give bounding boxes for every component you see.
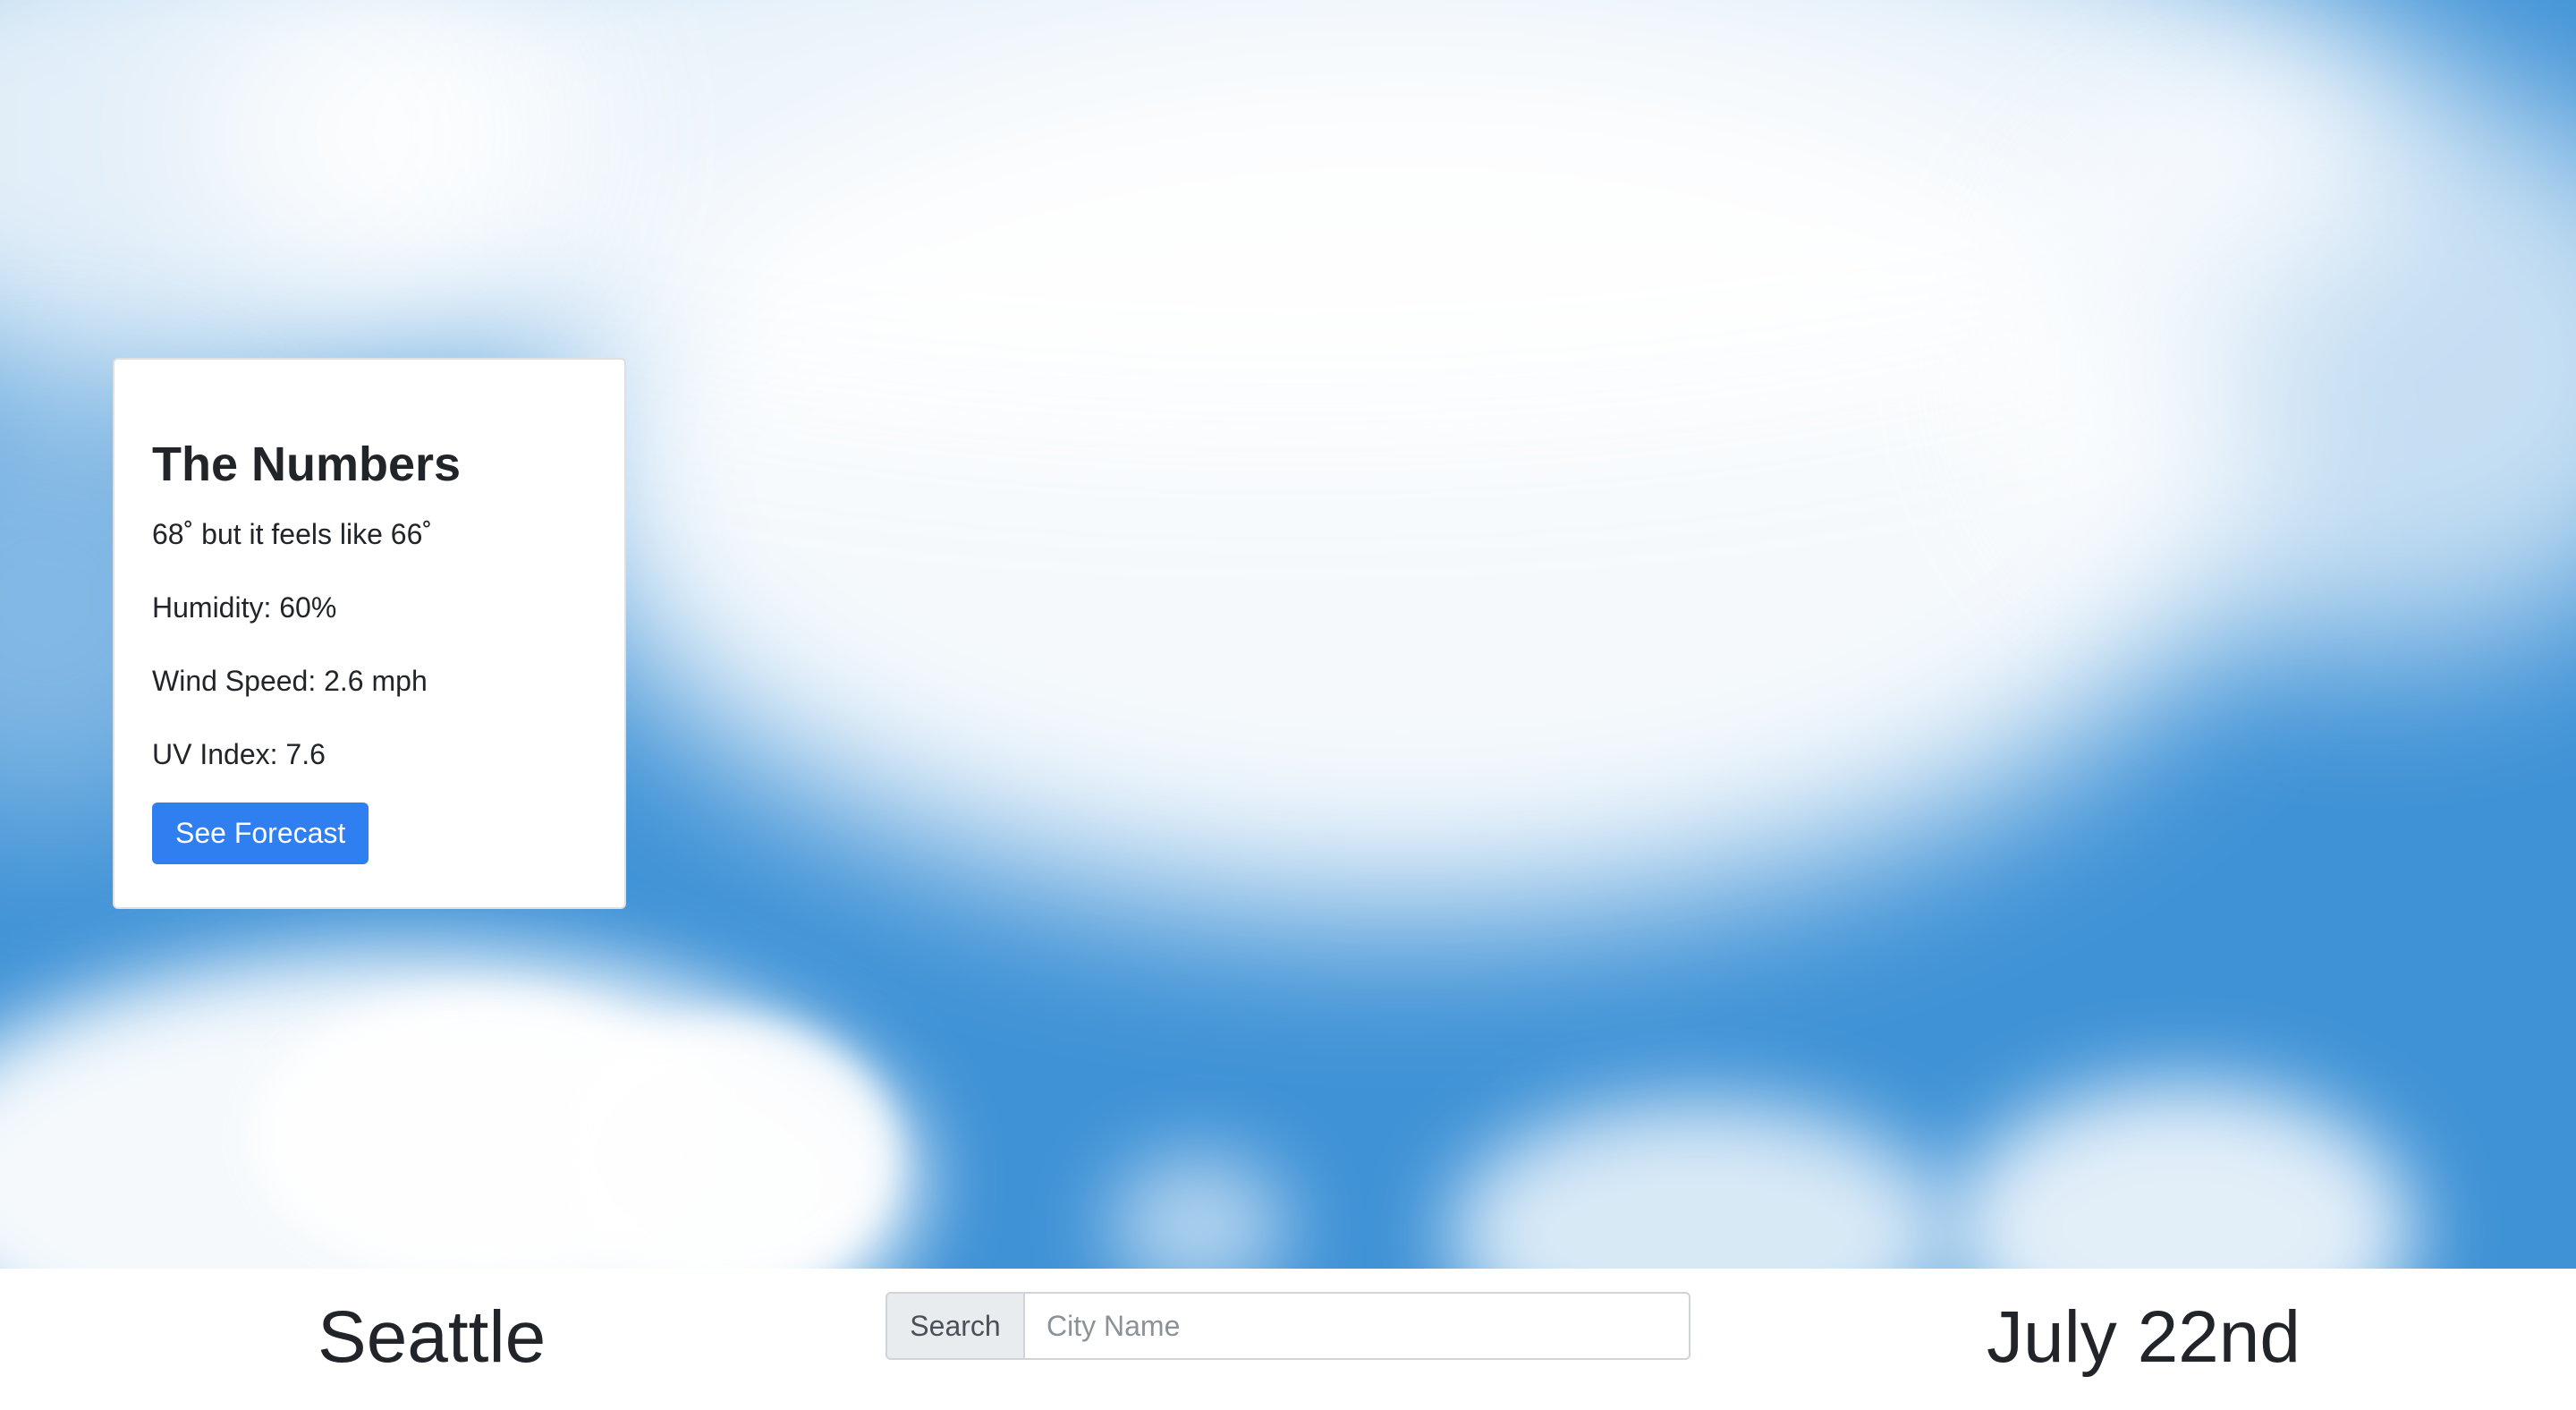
uv-index-text: UV Index: 7.6: [152, 738, 326, 771]
humidity-text: Humidity: 60%: [152, 591, 337, 624]
wind-speed-text: Wind Speed: 2.6 mph: [152, 665, 428, 698]
card-title: The Numbers: [152, 437, 462, 491]
city-name: Seattle: [318, 1296, 547, 1378]
bottom-bar: Seattle Search July 22nd: [0, 1269, 2576, 1410]
current-date: July 22nd: [1986, 1296, 2301, 1378]
weather-numbers-card: The Numbers 68˚ but it feels like 66˚ Hu…: [113, 358, 626, 909]
search-label: Search: [886, 1292, 1023, 1360]
search-group: Search: [886, 1292, 1690, 1360]
see-forecast-button[interactable]: See Forecast: [152, 803, 369, 865]
temperature-text: 68˚ but it feels like 66˚: [152, 518, 433, 551]
city-search-input[interactable]: [1023, 1292, 1690, 1360]
